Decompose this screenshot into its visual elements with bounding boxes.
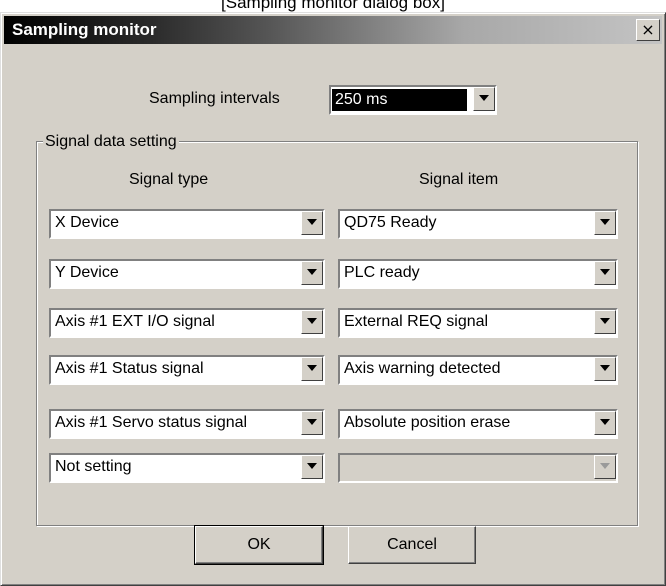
sampling-monitor-dialog: Sampling monitor × Sampling intervals 25… — [0, 12, 666, 586]
chevron-down-icon — [600, 463, 610, 469]
dropdown-button[interactable] — [301, 211, 323, 235]
dropdown-button[interactable] — [594, 211, 616, 235]
signal-item-header: Signal item — [419, 171, 499, 188]
signal-type-select[interactable]: Y Device — [49, 259, 325, 289]
sampling-intervals-label: Sampling intervals — [149, 90, 280, 107]
chevron-down-icon — [600, 318, 610, 324]
ok-button[interactable]: OK — [194, 525, 324, 565]
signal-type-value: Not setting — [55, 458, 132, 475]
close-button[interactable]: × — [636, 19, 660, 41]
title-bar[interactable]: Sampling monitor × — [4, 16, 662, 44]
window-title: Sampling monitor — [12, 20, 157, 39]
signal-item-value: QD75 Ready — [344, 214, 437, 231]
signal-item-value: Absolute position erase — [344, 414, 511, 431]
chevron-down-icon — [600, 365, 610, 371]
dropdown-button[interactable] — [301, 357, 323, 381]
signal-item-select[interactable]: Axis warning detected — [338, 355, 618, 385]
figure-caption: [Sampling monitor dialog box] — [221, 0, 445, 12]
chevron-down-icon — [307, 269, 317, 275]
signal-type-select[interactable]: Axis #1 Status signal — [49, 355, 325, 385]
dropdown-button[interactable] — [594, 411, 616, 435]
dropdown-button[interactable] — [594, 310, 616, 334]
dropdown-button[interactable] — [301, 455, 323, 479]
chevron-down-icon — [600, 219, 610, 225]
signal-item-value: External REQ signal — [344, 313, 489, 330]
dropdown-button[interactable] — [594, 261, 616, 285]
chevron-down-icon — [307, 318, 317, 324]
signal-type-value: Axis #1 Status signal — [55, 360, 204, 377]
dropdown-button[interactable] — [301, 310, 323, 334]
signal-item-select-disabled — [338, 453, 618, 483]
chevron-down-icon — [307, 365, 317, 371]
signal-item-select[interactable]: External REQ signal — [338, 308, 618, 338]
signal-type-select[interactable]: Not setting — [49, 453, 325, 483]
chevron-down-icon — [600, 419, 610, 425]
dropdown-button[interactable] — [301, 411, 323, 435]
chevron-down-icon — [600, 269, 610, 275]
chevron-down-icon — [307, 419, 317, 425]
signal-type-value: Axis #1 Servo status signal — [55, 414, 248, 431]
cancel-button[interactable]: Cancel — [348, 526, 476, 564]
dropdown-button-disabled — [594, 455, 616, 479]
signal-type-select[interactable]: X Device — [49, 209, 325, 239]
close-icon: × — [641, 20, 655, 39]
signal-type-select[interactable]: Axis #1 Servo status signal — [49, 409, 325, 439]
sampling-intervals-value: 250 ms — [335, 91, 388, 108]
chevron-down-icon — [479, 95, 489, 101]
signal-type-value: X Device — [55, 214, 120, 231]
signal-item-select[interactable]: QD75 Ready — [338, 209, 618, 239]
signal-type-select[interactable]: Axis #1 EXT I/O signal — [49, 308, 325, 338]
signal-item-select[interactable]: PLC ready — [338, 259, 618, 289]
chevron-down-icon — [307, 219, 317, 225]
signal-item-value: Axis warning detected — [344, 360, 501, 377]
dropdown-button[interactable] — [473, 87, 495, 111]
dropdown-button[interactable] — [301, 261, 323, 285]
signal-item-value: PLC ready — [344, 264, 420, 281]
sampling-intervals-select[interactable]: 250 ms — [329, 85, 497, 115]
signal-type-value: Axis #1 EXT I/O signal — [55, 313, 215, 330]
signal-type-value: Y Device — [55, 264, 119, 281]
group-legend: Signal data setting — [43, 133, 179, 151]
signal-item-select[interactable]: Absolute position erase — [338, 409, 618, 439]
dropdown-button[interactable] — [594, 357, 616, 381]
chevron-down-icon — [307, 463, 317, 469]
signal-type-header: Signal type — [129, 171, 209, 188]
